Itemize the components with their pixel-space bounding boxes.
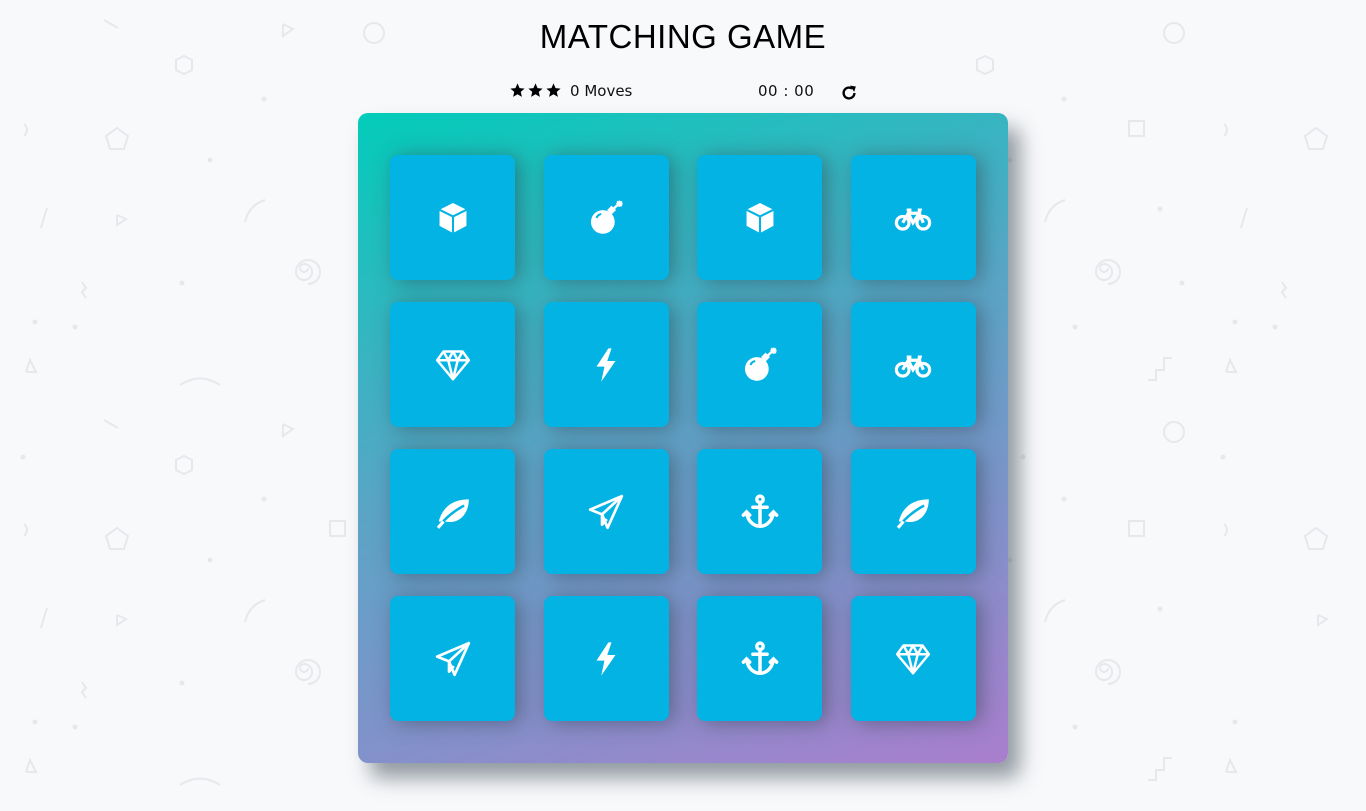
star-rating xyxy=(509,82,562,99)
card[interactable] xyxy=(850,155,976,280)
star-icon xyxy=(510,83,525,97)
card[interactable] xyxy=(697,155,822,280)
card[interactable] xyxy=(543,155,669,280)
paper-plane-icon xyxy=(435,641,470,676)
bomb-icon xyxy=(589,198,624,235)
card[interactable] xyxy=(390,302,515,427)
diamond-icon xyxy=(435,349,470,381)
card[interactable] xyxy=(850,449,976,574)
star-icon xyxy=(528,83,543,97)
diamond-icon xyxy=(895,643,931,675)
card[interactable] xyxy=(697,302,822,427)
moves-counter: 0 Moves xyxy=(570,82,632,100)
bolt-icon xyxy=(596,641,616,676)
leaf-icon xyxy=(896,497,931,529)
card[interactable] xyxy=(543,449,669,574)
star-icon xyxy=(546,83,561,97)
cube-icon xyxy=(438,201,467,234)
anchor-icon xyxy=(741,493,778,528)
score-panel: 0 Moves 00 : 00 xyxy=(509,80,859,104)
moves-label: Moves xyxy=(584,82,633,100)
card[interactable] xyxy=(390,449,515,574)
card[interactable] xyxy=(390,596,515,721)
restart-icon[interactable] xyxy=(839,83,859,103)
bomb-icon xyxy=(743,345,778,382)
bicycle-icon xyxy=(894,355,932,378)
anchor-icon xyxy=(741,640,778,675)
card[interactable] xyxy=(543,596,669,721)
card[interactable] xyxy=(390,155,515,280)
card[interactable] xyxy=(543,302,669,427)
card-deck xyxy=(358,113,1008,763)
page-title: MATCHING GAME xyxy=(539,18,827,55)
leaf-icon xyxy=(435,497,470,529)
moves-count: 0 xyxy=(570,82,580,100)
cube-icon xyxy=(745,201,774,234)
card[interactable] xyxy=(850,596,976,721)
card[interactable] xyxy=(850,302,976,427)
bolt-icon xyxy=(596,347,616,382)
card[interactable] xyxy=(697,596,822,721)
bicycle-icon xyxy=(894,207,932,231)
card[interactable] xyxy=(697,449,822,574)
paper-plane-icon xyxy=(588,494,624,529)
timer: 00 : 00 xyxy=(758,82,815,100)
